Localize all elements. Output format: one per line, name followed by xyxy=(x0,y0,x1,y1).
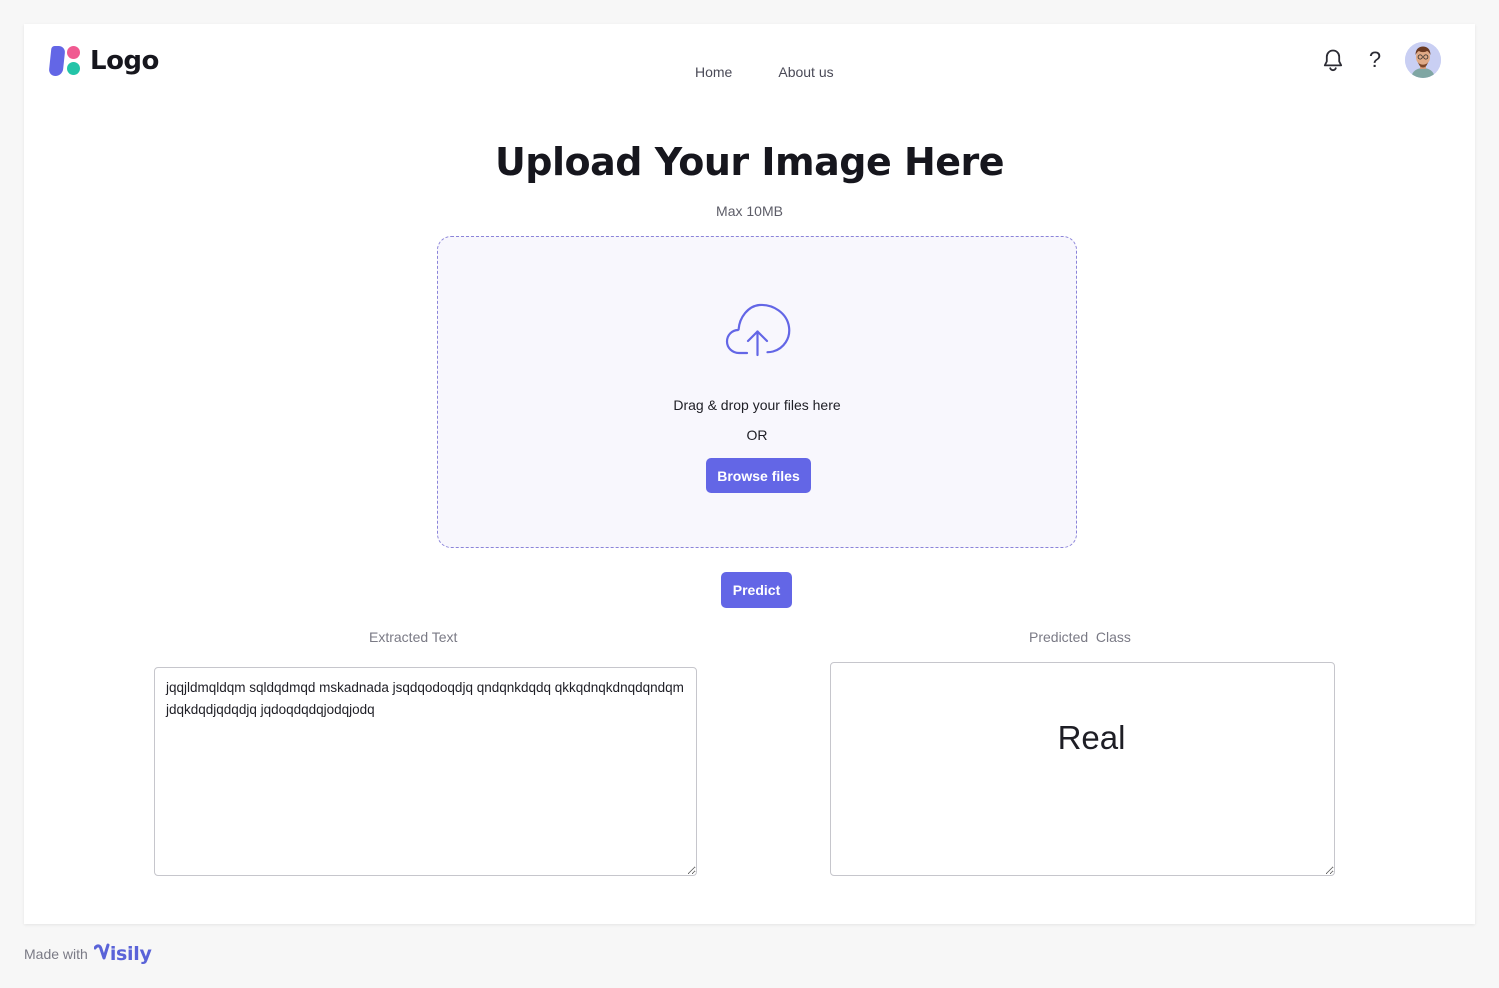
browse-files-button[interactable]: Browse files xyxy=(706,458,811,493)
predict-button[interactable]: Predict xyxy=(721,572,792,608)
footer: Made with isily xyxy=(24,942,152,966)
logo[interactable]: Logo xyxy=(48,45,159,77)
logo-text: Logo xyxy=(90,46,159,76)
nav-about-us[interactable]: About us xyxy=(778,64,833,80)
header-actions: ? xyxy=(1319,42,1441,78)
dropzone-or: OR xyxy=(746,427,768,443)
bell-icon[interactable] xyxy=(1319,46,1347,74)
dropzone-instructions: Drag & drop your files here xyxy=(673,397,841,413)
cloud-upload-icon xyxy=(725,301,791,362)
extracted-text-area[interactable]: jqqjldmqldqm sqldqdmqd mskadnada jsqdqod… xyxy=(154,667,697,876)
extracted-text-label: Extracted Text xyxy=(369,629,458,645)
visily-brand-text: isily xyxy=(109,943,152,965)
help-icon[interactable]: ? xyxy=(1361,46,1389,74)
max-size-note: Max 10MB xyxy=(716,203,783,219)
visily-logo[interactable]: isily xyxy=(93,942,152,966)
page-title: Upload Your Image Here xyxy=(494,140,1005,184)
nav-home[interactable]: Home xyxy=(695,64,732,80)
predicted-class-label: Predicted Class xyxy=(1029,629,1131,645)
file-dropzone[interactable]: Drag & drop your files here OR Browse fi… xyxy=(437,236,1077,548)
predicted-class-area[interactable]: Real xyxy=(830,662,1335,876)
main-nav: Home About us xyxy=(695,64,834,80)
visily-v-icon xyxy=(93,943,110,960)
main-card: Logo Home About us ? Upload Your Image H… xyxy=(24,24,1475,924)
avatar[interactable] xyxy=(1405,42,1441,78)
made-with-text: Made with xyxy=(24,946,88,962)
logo-mark-icon xyxy=(48,45,82,77)
